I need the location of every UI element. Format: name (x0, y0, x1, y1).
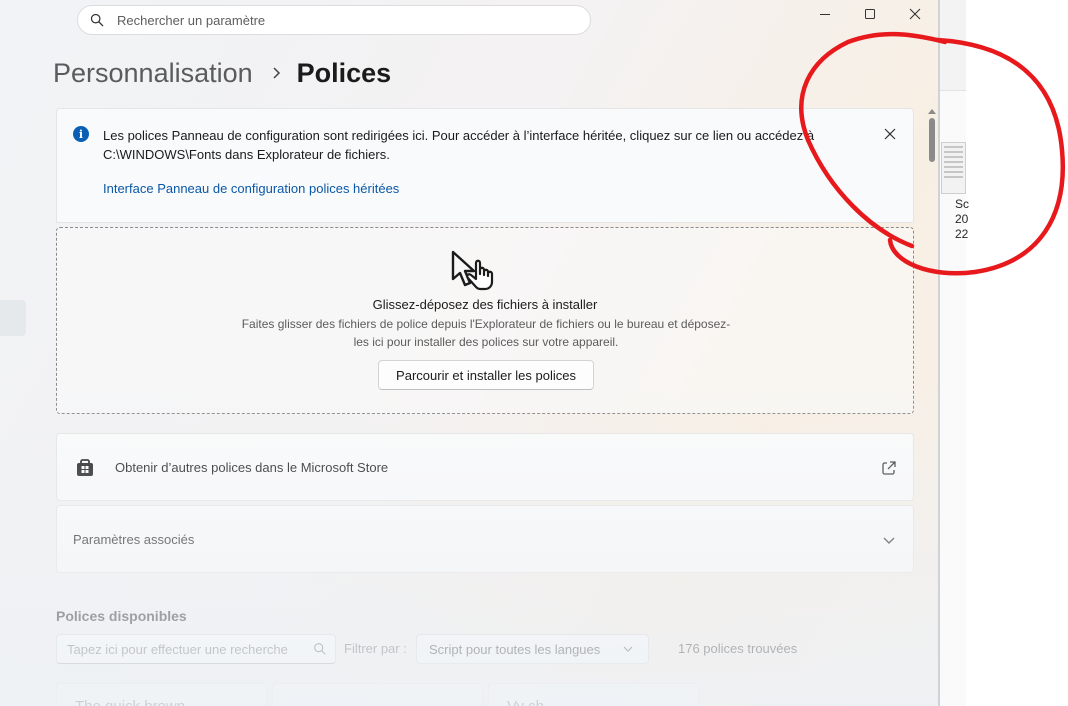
info-icon: i (73, 126, 89, 142)
info-message: Les polices Panneau de configuration son… (103, 128, 815, 162)
maximize-button[interactable] (847, 0, 893, 28)
close-icon (909, 8, 921, 20)
desktop-background (966, 0, 1068, 706)
search-icon (314, 643, 326, 655)
chevron-down-icon (623, 646, 633, 652)
background-window-toolbar (940, 0, 966, 91)
filter-selected-value: Script pour toutes les langues (429, 641, 601, 657)
legacy-fonts-link[interactable]: Interface Panneau de configuration polic… (103, 181, 399, 196)
filter-label: Filtrer par : (344, 641, 407, 656)
settings-search-box[interactable]: Rechercher un paramètre (77, 5, 591, 35)
chevron-down-icon (883, 537, 895, 544)
font-tile-preview: The quick brown (75, 698, 185, 706)
font-tile[interactable]: The quick brown (56, 683, 267, 706)
drop-zone-title: Glissez-déposez des fichiers à installer (372, 297, 598, 312)
available-fonts-heading: Polices disponibles (56, 608, 187, 624)
settings-window: Rechercher un paramètre Personnalisation… (0, 0, 938, 706)
external-link-icon (882, 461, 896, 475)
minimize-button[interactable] (802, 0, 848, 28)
info-close-button[interactable] (875, 121, 905, 147)
navigation-edge[interactable] (0, 300, 26, 336)
language-filter-select[interactable]: Script pour toutes les langues (416, 634, 649, 664)
related-settings-label: Paramètres associés (73, 532, 195, 547)
browse-install-fonts-button[interactable]: Parcourir et installer les polices (378, 360, 594, 390)
info-bar: i Les polices Panneau de configuration s… (56, 108, 914, 223)
minimize-icon (820, 14, 830, 15)
scroll-up-arrow-icon[interactable] (927, 107, 937, 115)
drag-drop-icon (451, 250, 494, 291)
file-name-line: Sc (955, 197, 970, 211)
file-name-line: 20 (955, 212, 969, 226)
page-title: Polices (296, 57, 392, 88)
microsoft-store-card[interactable]: Obtenir d’autres polices dans le Microso… (56, 433, 914, 501)
related-settings-card[interactable]: Paramètres associés (56, 505, 914, 573)
scrollbar-thumb[interactable] (929, 118, 935, 162)
search-placeholder: Rechercher un paramètre (117, 12, 266, 28)
drop-zone-description: Faites glisser des fichiers de police de… (241, 317, 731, 349)
breadcrumb-parent-personnalisation[interactable]: Personnalisation (53, 58, 253, 89)
background-window (940, 0, 966, 706)
font-search-placeholder: Tapez ici pour effectuer une recherche (67, 641, 288, 657)
file-name-line: 22 (955, 227, 969, 241)
font-tile[interactable]: Vy ch (488, 683, 699, 706)
maximize-icon (865, 9, 875, 19)
search-icon (90, 13, 104, 27)
close-icon (884, 128, 896, 140)
font-tile-preview: Vy ch (507, 698, 544, 706)
font-search-input[interactable]: Tapez ici pour effectuer une recherche (56, 634, 336, 664)
store-card-label: Obtenir d’autres polices dans le Microso… (115, 460, 389, 475)
close-window-button[interactable] (892, 0, 938, 28)
font-tile[interactable] (272, 683, 483, 706)
breadcrumb: Personnalisation Polices (53, 55, 391, 91)
fonts-found-count: 176 polices trouvées (678, 641, 798, 656)
font-drop-zone[interactable]: Glissez-déposez des fichiers à installer… (56, 227, 914, 414)
file-thumbnail[interactable] (941, 142, 966, 194)
store-icon (77, 459, 93, 476)
chevron-right-icon (271, 66, 281, 80)
